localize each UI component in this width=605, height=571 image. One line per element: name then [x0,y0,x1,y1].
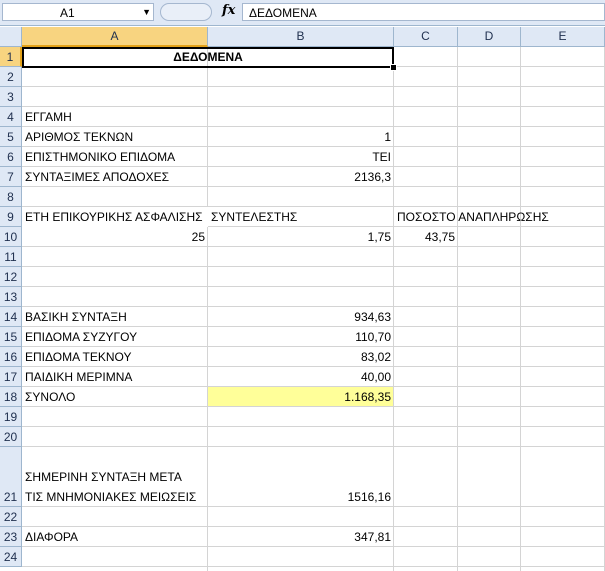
row-header[interactable]: 8 [0,187,22,207]
cell-b17[interactable]: 40,00 [208,367,394,387]
row-header[interactable]: 12 [0,267,22,287]
cell-a21-line2[interactable]: ΤΙΣ ΜΝΗΜΟΝΙΑΚΕΣ ΜΕΙΩΣΕΙΣ [22,487,208,507]
gridline [22,86,605,87]
cell-a7[interactable]: ΣΥΝΤΑΞΙΜΕΣ ΑΠΟΔΟΧΕΣ [22,167,208,187]
gridline [22,286,605,287]
column-header-c[interactable]: C [394,27,458,47]
row-header[interactable]: 19 [0,407,22,427]
row-header[interactable]: 6 [0,147,22,167]
gridline [22,426,605,427]
row-header[interactable]: 20 [0,427,22,447]
formula-input-value: ΔΕΔΟΜΕΝΑ [249,6,317,20]
row-header[interactable]: 18 [0,387,22,407]
gridline [22,446,605,447]
cell-b23[interactable]: 347,81 [208,527,394,547]
cell-b14[interactable]: 934,63 [208,307,394,327]
cell-a14[interactable]: ΒΑΣΙΚΗ ΣΥΝΤΑΞΗ [22,307,208,327]
name-box-value: A1 [60,6,75,20]
row-header[interactable]: 9 [0,207,22,227]
row-header[interactable]: 2 [0,67,22,87]
row-header[interactable]: 13 [0,287,22,307]
row-header[interactable]: 23 [0,527,22,547]
row-header[interactable]: 1 [0,47,22,67]
cell-b5[interactable]: 1 [208,127,394,147]
row-header[interactable]: 17 [0,367,22,387]
fill-handle[interactable] [390,64,397,71]
insert-function-icon[interactable]: fx [222,3,235,18]
cell-b6[interactable]: ΤΕΙ [208,147,394,167]
name-box[interactable]: A1 ▼ [2,3,154,21]
chevron-down-icon[interactable]: ▼ [142,4,151,20]
column-header-a[interactable]: A [22,27,208,47]
cell-b7[interactable]: 2136,3 [208,167,394,187]
column-header-e[interactable]: E [521,27,605,47]
row-header[interactable]: 7 [0,167,22,187]
select-all-corner[interactable] [0,27,22,47]
cell-a6[interactable]: ΕΠΙΣΤΗΜΟΝΙΚΟ ΕΠΙΔΟΜΑ [22,147,208,167]
formula-bar: A1 ▼ fx ΔΕΔΟΜΕΝΑ [0,0,605,26]
row-header[interactable]: 21 [0,447,22,507]
row-header[interactable]: 22 [0,507,22,527]
cell-a18[interactable]: ΣΥΝΟΛΟ [22,387,208,407]
formula-bar-resize-handle[interactable] [160,3,212,21]
cell-c10[interactable]: 43,75 [394,227,458,247]
cell-a4[interactable]: ΕΓΓΑΜΗ [22,107,208,127]
row-header[interactable]: 11 [0,247,22,267]
cell-a16[interactable]: ΕΠΙΔΟΜΑ ΤΕΚΝΟΥ [22,347,208,367]
column-header-d[interactable]: D [458,27,521,47]
cell-b9[interactable]: ΣΥΝΤΕΛΕΣΤΗΣ [208,207,394,227]
cell-a5[interactable]: ΑΡΙΘΜΟΣ ΤΕΚΝΩΝ [22,127,208,147]
row-header[interactable]: 15 [0,327,22,347]
cell-a15[interactable]: ΕΠΙΔΟΜΑ ΣΥΖΥΓΟΥ [22,327,208,347]
row-header[interactable]: 3 [0,87,22,107]
cell-b18[interactable]: 1.168,35 [208,387,394,407]
cell-a23[interactable]: ΔΙΑΦΟΡΑ [22,527,208,547]
cell-a9[interactable]: ΕΤΗ ΕΠΙΚΟΥΡΙΚΗΣ ΑΣΦΑΛΙΣΗΣ [22,207,208,227]
cell-c9[interactable]: ΠΟΣΟΣΤΟ ΑΝΑΠΛΗΡΩΣΗΣ [394,207,594,227]
cell-b15[interactable]: 110,70 [208,327,394,347]
cell-a10[interactable]: 25 [22,227,208,247]
cell-grid[interactable]: ΔΕΔΟΜΕΝΑ ΕΓΓΑΜΗ ΑΡΙΘΜΟΣ ΤΕΚΝΩΝ 1 ΕΠΙΣΤΗΜ… [22,47,605,571]
row-header[interactable]: 24 [0,547,22,567]
cell-a1-selected[interactable]: ΔΕΔΟΜΕΝΑ [22,47,394,68]
cell-a17[interactable]: ΠΑΙΔΙΚΗ ΜΕΡΙΜΝΑ [22,367,208,387]
formula-input[interactable]: ΔΕΔΟΜΕΝΑ [242,3,605,21]
cell-b10[interactable]: 1,75 [208,227,394,247]
row-header[interactable]: 14 [0,307,22,327]
gridline [22,266,605,267]
cell-b16[interactable]: 83,02 [208,347,394,367]
cell-a21-line1[interactable]: ΣΗΜΕΡΙΝΗ ΣΥΝΤΑΞΗ ΜΕΤΑ [22,467,208,487]
gridline [22,566,605,567]
column-header-b[interactable]: B [208,27,394,47]
row-header[interactable]: 5 [0,127,22,147]
row-header[interactable]: 10 [0,227,22,247]
cell-b21[interactable]: 1516,16 [208,487,394,507]
row-header[interactable]: 4 [0,107,22,127]
row-header[interactable]: 16 [0,347,22,367]
